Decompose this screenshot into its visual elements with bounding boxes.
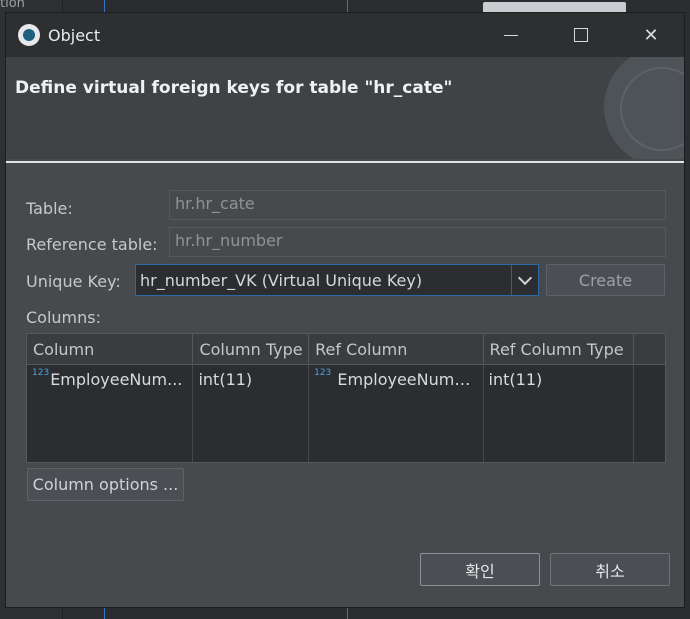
app-logo-icon (18, 24, 40, 46)
minimize-button[interactable] (476, 13, 546, 57)
cell-ref-column-type[interactable]: int(11) (484, 364, 635, 462)
reference-table-label: Reference table: (26, 235, 158, 254)
numeric-type-icon: 123 (314, 368, 332, 378)
unique-key-label: Unique Key: (26, 272, 121, 291)
cell-filler (634, 364, 665, 462)
cancel-button[interactable]: 취소 (550, 553, 670, 586)
table-field: hr.hr_cate (169, 190, 666, 220)
column-header-filler (634, 334, 665, 364)
close-button[interactable]: ✕ (616, 13, 686, 57)
column-header-ref-column[interactable]: Ref Column (309, 334, 484, 364)
cell-column-text: EmployeeNum... (50, 370, 183, 389)
maximize-icon (574, 28, 588, 42)
create-button[interactable]: Create (546, 264, 665, 296)
virtual-fk-dialog: Object ✕ Define virtual foreign keys for… (5, 12, 685, 608)
reference-table-field: hr.hr_number (169, 227, 666, 257)
numeric-type-icon: 123 (32, 368, 50, 378)
column-header-ref-column-type[interactable]: Ref Column Type (484, 334, 635, 364)
title-bar: Object ✕ (6, 13, 684, 57)
unique-key-select[interactable]: hr_number_VK (Virtual Unique Key) (135, 264, 539, 296)
cell-ref-column[interactable]: 123 EmployeeNumb... (309, 364, 484, 462)
ok-button[interactable]: 확인 (420, 553, 540, 586)
cell-column[interactable]: 123EmployeeNum... (27, 364, 194, 462)
window-title: Object (48, 25, 101, 45)
unique-key-dropdown-button[interactable] (511, 265, 538, 295)
columns-label: Columns: (26, 308, 101, 327)
background-sidebar-text: tion (0, 0, 25, 11)
table-label: Table: (26, 199, 73, 218)
column-options-button[interactable]: Column options ... (27, 468, 184, 501)
maximize-button[interactable] (546, 13, 616, 57)
dialog-heading: Define virtual foreign keys for table "h… (15, 78, 453, 98)
table-row[interactable]: 123EmployeeNum... int(11) 123 EmployeeNu… (27, 364, 665, 462)
column-header-column[interactable]: Column (27, 334, 194, 364)
unique-key-value: hr_number_VK (Virtual Unique Key) (140, 270, 423, 290)
dialog-header: Define virtual foreign keys for table "h… (6, 57, 684, 159)
column-header-column-type[interactable]: Column Type (193, 334, 310, 364)
table-header: Column Column Type Ref Column Ref Column… (27, 334, 665, 365)
cell-column-type[interactable]: int(11) (193, 364, 310, 462)
minimize-icon (504, 34, 518, 36)
close-icon: ✕ (643, 24, 659, 46)
header-separator (6, 161, 684, 163)
chevron-down-icon (517, 270, 533, 285)
columns-table[interactable]: Column Column Type Ref Column Ref Column… (26, 333, 666, 463)
cell-ref-column-text: EmployeeNumb... (337, 370, 480, 389)
